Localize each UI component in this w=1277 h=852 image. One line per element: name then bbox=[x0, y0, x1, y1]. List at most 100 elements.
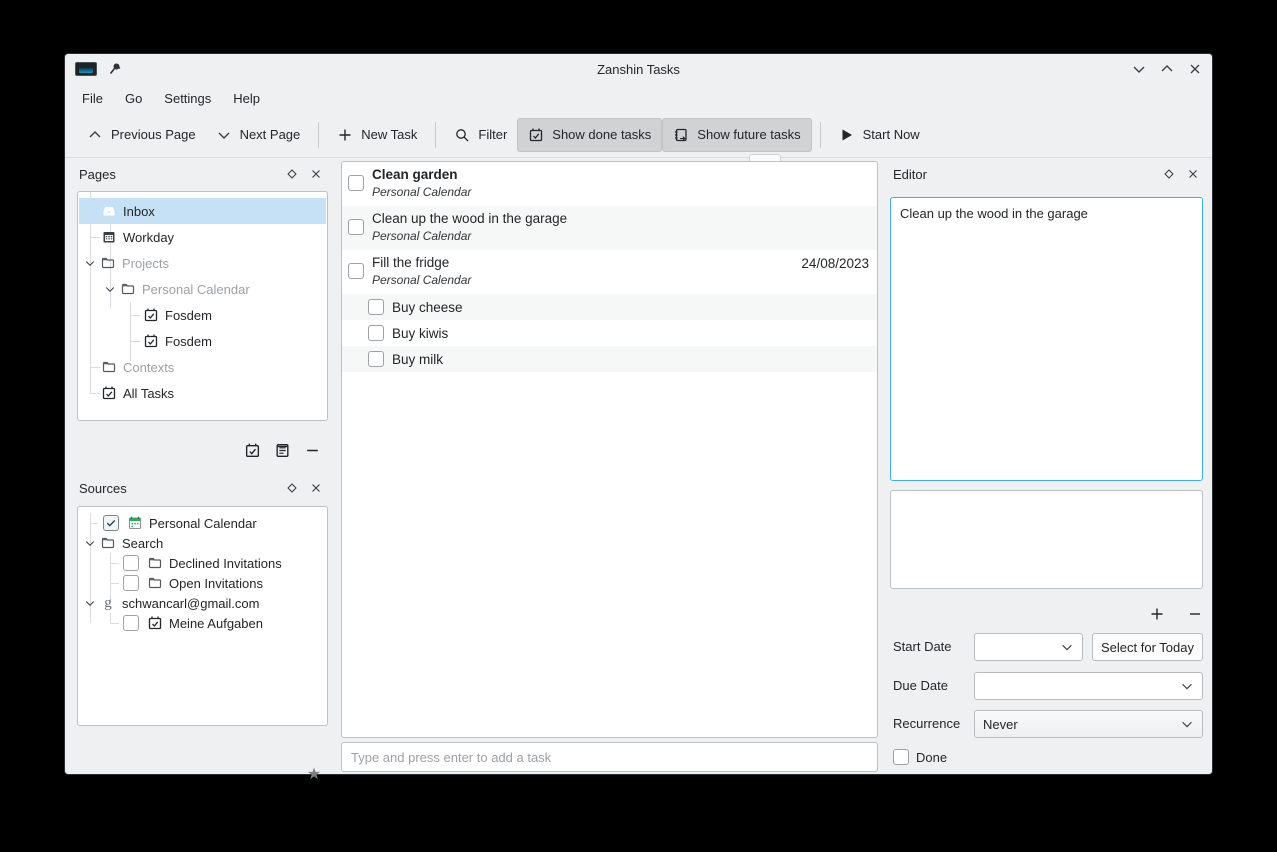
float-panel-icon[interactable] bbox=[285, 167, 299, 181]
editor-panel: Editor Clean up the wood in the garage S… bbox=[885, 161, 1208, 770]
source-checkbox[interactable] bbox=[123, 615, 139, 631]
toolbar-separator bbox=[435, 122, 436, 148]
play-icon bbox=[839, 127, 855, 143]
source-item-meine-aufgaben[interactable]: Meine Aufgaben bbox=[79, 613, 326, 633]
due-date-label: Due Date bbox=[893, 678, 948, 693]
filter-button[interactable]: Filter bbox=[444, 119, 517, 151]
task-checkbox[interactable] bbox=[348, 263, 364, 279]
tree-item-label: All Tasks bbox=[123, 386, 174, 401]
source-item-search[interactable]: Search bbox=[79, 533, 326, 553]
sidebar-item-inbox[interactable]: Inbox bbox=[79, 198, 326, 224]
task-row-clean-garden[interactable]: Clean garden Personal Calendar bbox=[342, 162, 877, 206]
source-checkbox[interactable] bbox=[123, 575, 139, 591]
add-attachment-button[interactable] bbox=[1148, 605, 1166, 623]
task-checkbox[interactable] bbox=[348, 175, 364, 191]
menu-help[interactable]: Help bbox=[222, 87, 271, 110]
menu-settings[interactable]: Settings bbox=[153, 87, 222, 110]
start-date-combobox[interactable] bbox=[974, 633, 1083, 661]
chevron-down-icon[interactable] bbox=[84, 597, 96, 609]
sidebar-item-contexts[interactable]: Contexts bbox=[79, 354, 326, 380]
add-project-button[interactable] bbox=[243, 441, 261, 459]
task-checkbox[interactable] bbox=[368, 325, 384, 341]
due-date-combobox[interactable] bbox=[974, 672, 1203, 700]
search-icon bbox=[454, 127, 470, 143]
quick-add-task-input[interactable] bbox=[341, 742, 878, 772]
sidebar-item-fosdem-1[interactable]: Fosdem bbox=[79, 302, 326, 328]
task-description-editor[interactable] bbox=[890, 490, 1203, 589]
splitter-handle[interactable] bbox=[749, 154, 781, 161]
chevron-down-icon[interactable] bbox=[84, 257, 96, 269]
default-source-button[interactable]: ★ bbox=[305, 765, 323, 783]
folder-icon bbox=[147, 575, 163, 591]
task-subtitle: Personal Calendar bbox=[372, 273, 801, 287]
task-row-buy-kiwis[interactable]: Buy kiwis bbox=[342, 320, 877, 346]
new-task-button[interactable]: New Task bbox=[327, 119, 427, 151]
chevron-down-icon bbox=[1060, 640, 1074, 654]
source-item-open-invitations[interactable]: Open Invitations bbox=[79, 573, 326, 593]
tree-item-label: Inbox bbox=[123, 204, 155, 219]
folder-icon bbox=[100, 535, 116, 551]
chevron-down-icon bbox=[1180, 679, 1194, 693]
source-checkbox[interactable] bbox=[123, 555, 139, 571]
float-panel-icon[interactable] bbox=[285, 481, 299, 495]
titlebar[interactable]: Zanshin Tasks bbox=[65, 54, 1212, 84]
sidebar-item-workday[interactable]: Workday bbox=[79, 224, 326, 250]
task-checkbox[interactable] bbox=[368, 351, 384, 367]
minimize-button[interactable] bbox=[1130, 60, 1148, 78]
chevron-down-icon[interactable] bbox=[84, 537, 96, 549]
task-row-buy-milk[interactable]: Buy milk bbox=[342, 346, 877, 372]
show-future-tasks-toggle[interactable]: Show future tasks bbox=[662, 118, 811, 152]
sidebar-item-projects[interactable]: Projects bbox=[79, 250, 326, 276]
tree-item-label: Meine Aufgaben bbox=[169, 616, 263, 631]
close-panel-icon[interactable] bbox=[1186, 167, 1200, 181]
task-checkbox[interactable] bbox=[368, 299, 384, 315]
show-done-tasks-toggle[interactable]: Show done tasks bbox=[517, 118, 662, 152]
sidebar-item-fosdem-2[interactable]: Fosdem bbox=[79, 328, 326, 354]
folder-icon bbox=[120, 281, 136, 297]
close-panel-icon[interactable] bbox=[309, 167, 323, 181]
inbox-icon bbox=[101, 203, 117, 219]
task-title: Buy milk bbox=[392, 352, 443, 367]
source-item-gmail-account[interactable]: g schwancarl@gmail.com bbox=[79, 593, 326, 613]
sources-tree: Personal Calendar Search Declined Invita… bbox=[77, 506, 328, 726]
check-icon bbox=[105, 517, 117, 529]
menu-file[interactable]: File bbox=[71, 87, 114, 110]
task-icon bbox=[101, 385, 117, 401]
show-done-tasks-label: Show done tasks bbox=[552, 127, 651, 142]
tree-item-label: Personal Calendar bbox=[142, 282, 250, 297]
start-date-label: Start Date bbox=[893, 639, 952, 654]
pages-panel-title: Pages bbox=[79, 167, 285, 182]
previous-page-button[interactable]: Previous Page bbox=[77, 119, 206, 151]
tree-item-label: Contexts bbox=[123, 360, 174, 375]
menu-go[interactable]: Go bbox=[114, 87, 153, 110]
close-button[interactable] bbox=[1186, 60, 1204, 78]
task-row-buy-cheese[interactable]: Buy cheese bbox=[342, 294, 877, 320]
remove-attachment-button[interactable] bbox=[1186, 605, 1204, 623]
task-row-fill-fridge[interactable]: Fill the fridge Personal Calendar 24/08/… bbox=[342, 250, 877, 294]
maximize-button[interactable] bbox=[1158, 60, 1176, 78]
recurrence-combobox[interactable]: Never bbox=[974, 710, 1203, 738]
chevron-down-icon[interactable] bbox=[104, 283, 116, 295]
select-for-today-label: Select for Today bbox=[1101, 640, 1194, 655]
chevron-up-icon bbox=[87, 127, 103, 143]
folder-icon bbox=[100, 255, 116, 271]
source-item-declined-invitations[interactable]: Declined Invitations bbox=[79, 553, 326, 573]
add-context-button[interactable] bbox=[273, 441, 291, 459]
next-page-button[interactable]: Next Page bbox=[206, 119, 311, 151]
start-now-button[interactable]: Start Now bbox=[829, 119, 930, 151]
minus-icon bbox=[1187, 606, 1203, 622]
task-row-clean-wood[interactable]: Clean up the wood in the garage Personal… bbox=[342, 206, 877, 250]
task-title: Clean up the wood in the garage bbox=[372, 211, 869, 226]
remove-page-button[interactable] bbox=[303, 441, 321, 459]
task-checkbox[interactable] bbox=[348, 219, 364, 235]
source-checkbox-checked[interactable] bbox=[103, 515, 119, 531]
task-title-editor[interactable]: Clean up the wood in the garage bbox=[890, 197, 1203, 481]
tree-item-label: Open Invitations bbox=[169, 576, 263, 591]
done-checkbox[interactable] bbox=[893, 749, 909, 765]
float-panel-icon[interactable] bbox=[1162, 167, 1176, 181]
select-for-today-button[interactable]: Select for Today bbox=[1092, 633, 1203, 661]
source-item-personal-calendar[interactable]: Personal Calendar bbox=[79, 513, 326, 533]
sidebar-item-personal-calendar[interactable]: Personal Calendar bbox=[79, 276, 326, 302]
close-panel-icon[interactable] bbox=[309, 481, 323, 495]
sidebar-item-all-tasks[interactable]: All Tasks bbox=[79, 380, 326, 406]
